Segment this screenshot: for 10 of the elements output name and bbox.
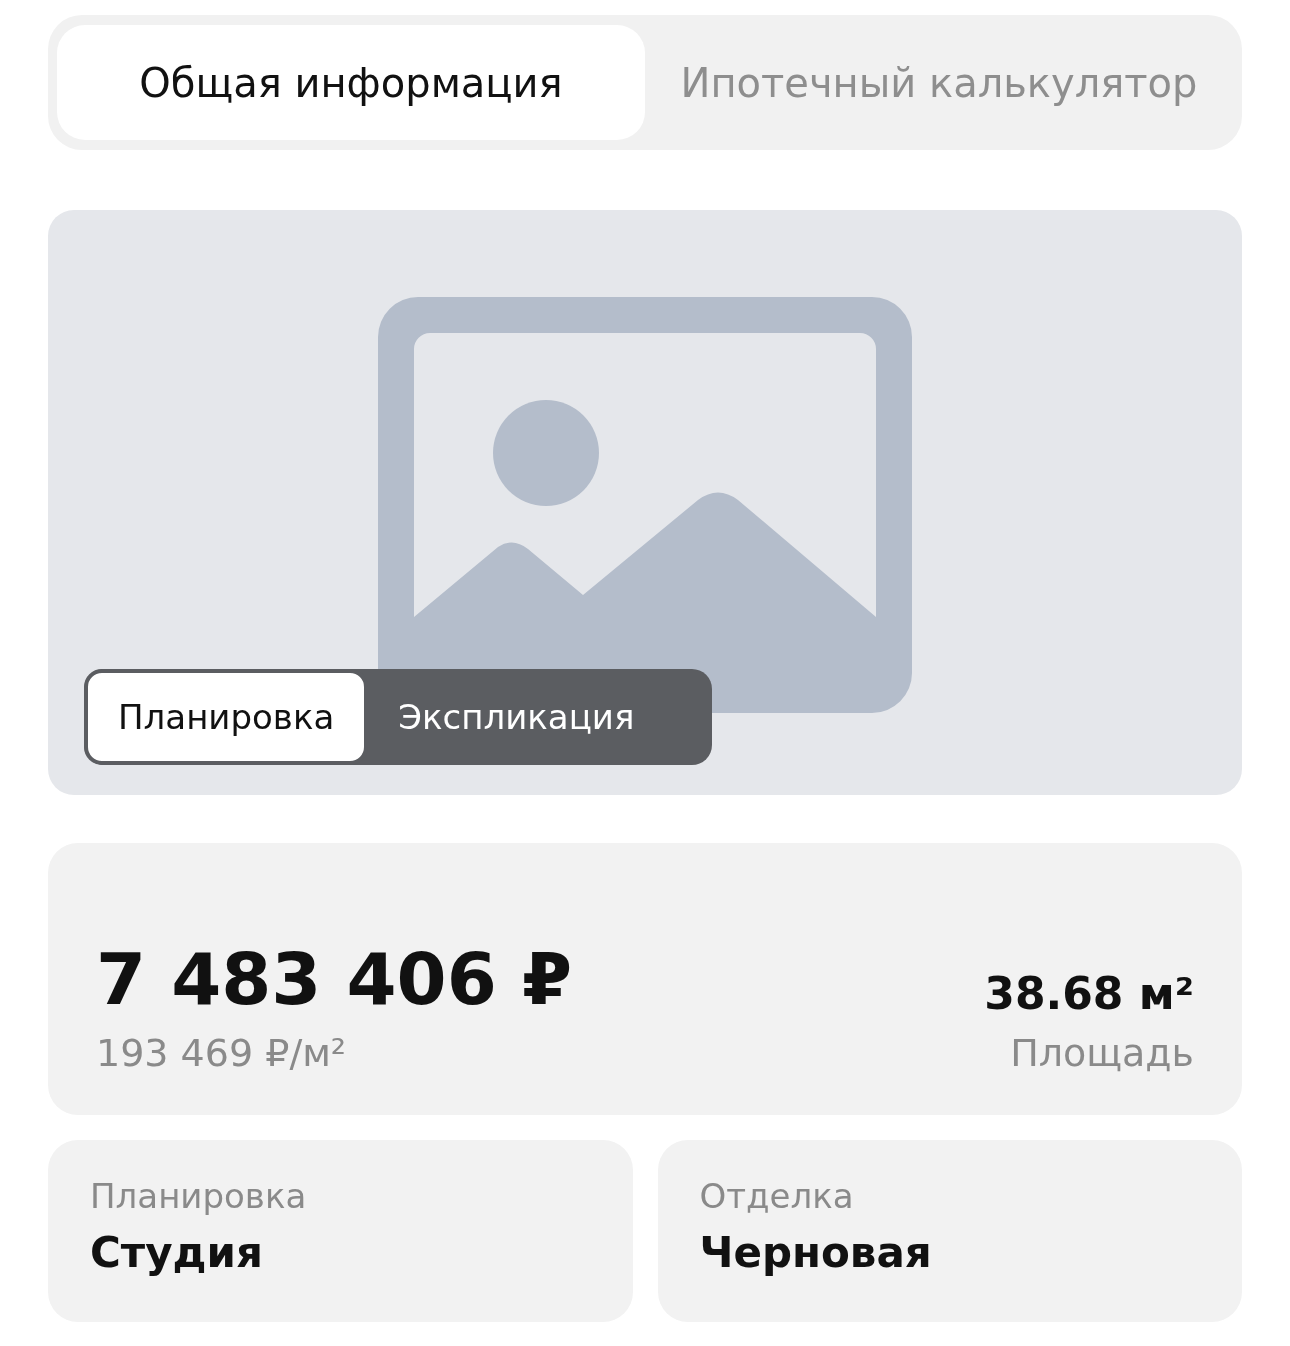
switch-option[interactable]: Экспликация: [368, 669, 665, 765]
detail-value: Черновая: [699, 1228, 933, 1277]
area-value: 38.68 м²: [984, 968, 1194, 1019]
detail-value: Студия: [90, 1228, 264, 1277]
price: 7 483 406 ₽: [96, 939, 572, 1019]
price-per-meter: 193 469 ₽/м²: [96, 1031, 348, 1075]
detail-label: Отделка: [699, 1176, 855, 1216]
area-label: Площадь: [1010, 1031, 1194, 1075]
detail-label: Планировка: [90, 1176, 308, 1216]
tab[interactable]: Общая информация: [57, 25, 645, 140]
